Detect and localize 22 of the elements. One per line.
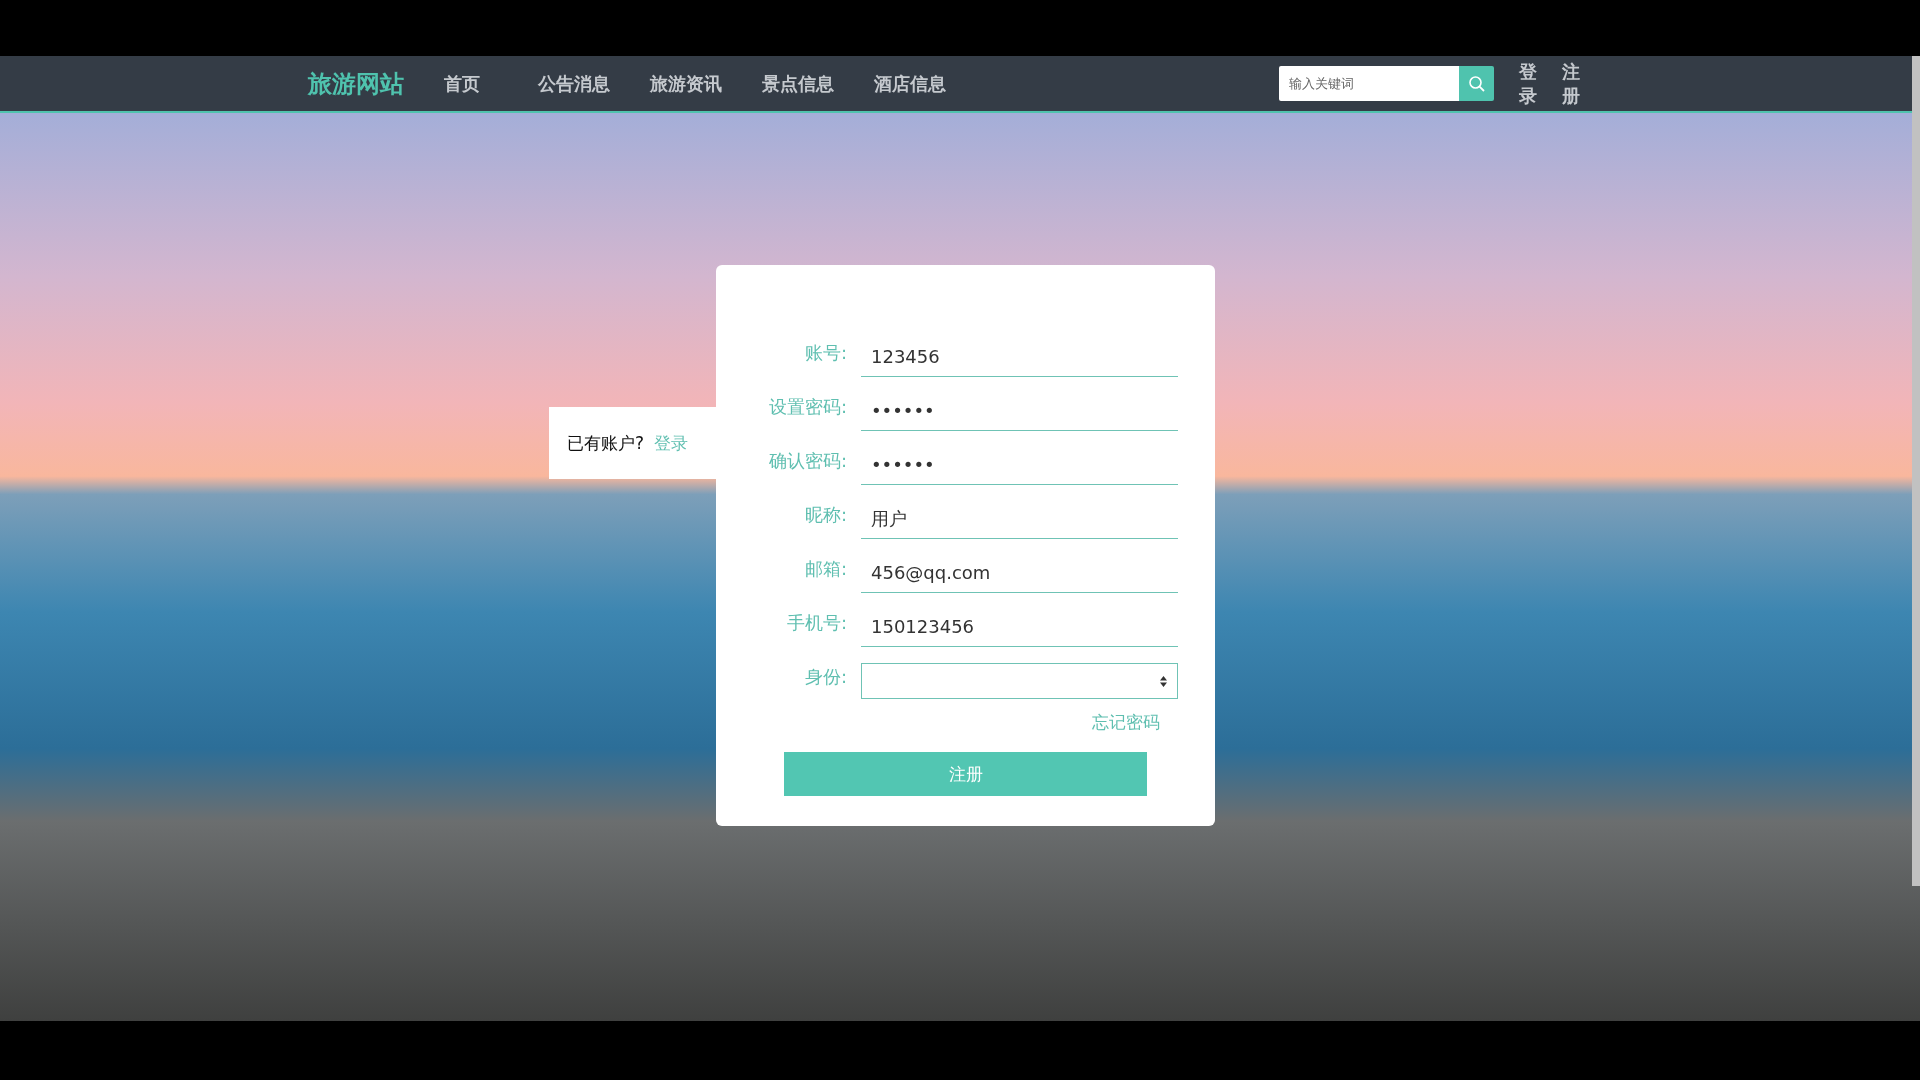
nav-link[interactable]: 酒店信息 [874,71,946,96]
field-label: 手机号: [785,611,847,635]
field-label: 设置密码: [767,395,847,419]
field-label: 昵称: [803,503,847,527]
nav-link[interactable]: 首页 [444,71,480,96]
field-label: 确认密码: [767,449,847,473]
field-label: 身份: [803,665,847,689]
login-prompt-text: 已有账户? [567,431,645,455]
site-logo[interactable]: 旅游网站 [308,67,404,100]
nav-link[interactable]: 旅游资讯 [650,71,722,96]
field-label: 账号: [803,341,847,365]
field-label: 邮箱: [803,557,847,581]
nav-link[interactable]: 公告消息 [538,71,610,96]
nav-link[interactable]: 景点信息 [762,71,834,96]
scrollbar[interactable] [1912,56,1920,886]
select-field[interactable] [861,663,1178,699]
login-link[interactable]: 登录 [1519,60,1537,107]
register-link[interactable]: 注册 [1562,60,1580,107]
sort-arrows-icon [1160,675,1167,687]
search-icon [1467,74,1486,93]
search-button[interactable] [1459,66,1494,101]
search-field[interactable]: 输入关键词 [1279,66,1459,101]
